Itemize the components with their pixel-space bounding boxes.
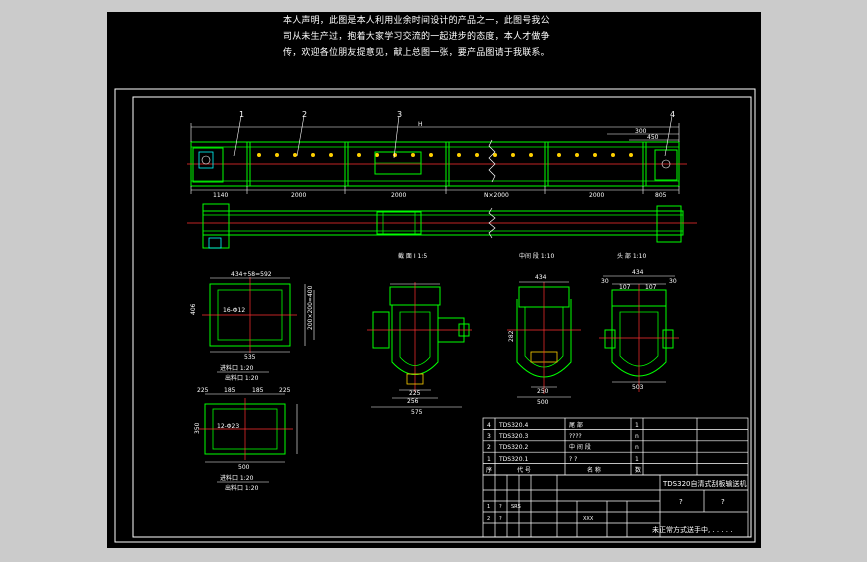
svg-text:?: ? <box>499 516 502 522</box>
flange-one-title: 进料口 1:20 <box>220 364 254 372</box>
svg-text:?: ? <box>499 504 502 510</box>
svg-text:中 间 段: 中 间 段 <box>569 443 591 451</box>
svg-text:数: 数 <box>635 466 641 474</box>
svg-text:? ?: ? ? <box>569 456 577 463</box>
section-b-middle <box>507 281 581 398</box>
dim-n2000: N×2000 <box>484 192 509 199</box>
total-length-label: H <box>418 121 423 128</box>
dim-2000-b: 2000 <box>391 192 406 199</box>
flange-two-bottom-dim: 500 <box>238 464 250 471</box>
svg-text:2: 2 <box>487 516 490 522</box>
tail-unit <box>654 149 678 181</box>
flange-two-dim-185b: 185 <box>252 387 264 394</box>
company-text: 未正常方式送手中, . . . . . <box>652 525 732 534</box>
section-c-title: 头 部 1:10 <box>617 252 646 260</box>
svg-text:TDS320.1: TDS320.1 <box>498 456 528 463</box>
elevation-dimensions <box>190 115 680 194</box>
section-a-dim-225: 225 <box>409 390 421 397</box>
svg-text:3: 3 <box>487 433 491 440</box>
section-c-dim-30b: 30 <box>669 278 677 285</box>
svg-text:n: n <box>635 433 639 440</box>
svg-text:1: 1 <box>635 456 639 463</box>
outer-border <box>114 88 756 543</box>
flange-one-holes: 16-Φ12 <box>223 307 245 314</box>
flange-one <box>202 277 315 373</box>
svg-text:TDS320.2: TDS320.2 <box>498 444 528 451</box>
drawing-sheet: 本人声明，此图是本人利用业余时间设计的产品之一，此图号我公 司从未生产过，抱着大… <box>107 12 761 548</box>
section-c-dim-30a: 30 <box>601 278 609 285</box>
title-small-cells: 1 ? SRS 2 ? XXX <box>487 504 594 522</box>
section-a-drive <box>367 282 472 408</box>
bom-row-3: 3 TDS320.3 ???? n <box>487 433 639 440</box>
bom-header: 序 代 号 名 称 数 <box>486 466 641 474</box>
callout-2: 2 <box>302 110 307 119</box>
bom-row-4: 4 TDS320.4 尾 部 1 <box>487 421 639 429</box>
flange-two-dim-225a: 225 <box>197 387 209 394</box>
section-a-title: 截 面 I 1:5 <box>398 252 427 260</box>
section-b-top-dim: 434 <box>535 274 547 281</box>
svg-text:代 号: 代 号 <box>517 466 531 474</box>
conveyor-elevation <box>187 139 687 187</box>
dim-2000-c: 2000 <box>589 192 604 199</box>
section-b-title: 中间 段 1:10 <box>519 252 554 260</box>
title-cell-a: ? <box>679 498 683 506</box>
svg-text:1: 1 <box>487 456 491 463</box>
bom-row-2: 2 TDS320.2 中 间 段 n <box>487 443 639 451</box>
head-unit <box>192 147 224 183</box>
svg-text:n: n <box>635 444 639 451</box>
flange-two-holes: 12-Φ23 <box>217 423 239 430</box>
section-c-top-dim: 434 <box>632 269 644 276</box>
cad-drawing: H 300 450 1140 2000 2000 N×2000 2000 805… <box>114 88 756 543</box>
callout-4: 4 <box>670 110 675 119</box>
svg-text:4: 4 <box>487 422 491 429</box>
section-c-head <box>599 275 679 392</box>
svg-text:SRS: SRS <box>511 504 521 510</box>
dim-2000-a: 2000 <box>291 192 306 199</box>
flange-two-subtitle: 出料口 1:20 <box>225 484 259 492</box>
section-c-dim-107b: 107 <box>645 284 657 291</box>
svg-text:2: 2 <box>487 444 491 451</box>
svg-text:TDS320.4: TDS320.4 <box>498 422 528 429</box>
flange-one-side-dim: 406 <box>190 303 197 315</box>
svg-text:尾 部: 尾 部 <box>569 421 583 429</box>
section-b-dim-250: 250 <box>537 388 549 395</box>
drawing-title: TDS320自清式刮板输送机 <box>662 479 746 488</box>
flange-two-dim-185a: 185 <box>224 387 236 394</box>
svg-text:序: 序 <box>486 466 492 474</box>
dim-1140: 1140 <box>213 192 228 199</box>
section-a-dim-575: 575 <box>411 409 423 416</box>
section-b-dim-500: 500 <box>537 399 549 406</box>
callout-1: 1 <box>239 110 244 119</box>
flange-one-subtitle: 出料口 1:20 <box>225 374 259 382</box>
flange-one-bottom-dim: 535 <box>244 354 256 361</box>
bom-row-1: 1 TDS320.1 ? ? 1 <box>487 456 639 463</box>
flange-one-side-dim-2: 200×200=400 <box>307 285 314 330</box>
flange-two-title: 进料口 1:20 <box>220 474 254 482</box>
svg-text:TDS320.3: TDS320.3 <box>498 433 528 440</box>
svg-text:????: ???? <box>569 433 582 440</box>
section-a-dim-256: 256 <box>407 398 419 405</box>
section-c-bottom-dim: 503 <box>632 384 644 391</box>
conveyor-plan <box>187 203 697 249</box>
flange-one-top-dim: 434+58=592 <box>231 271 272 278</box>
svg-text:1: 1 <box>635 422 639 429</box>
right-dim-300: 300 <box>635 128 647 135</box>
section-c-dim-107a: 107 <box>619 284 631 291</box>
flange-two-side-dim: 350 <box>194 422 201 434</box>
title-cell-b: ? <box>721 498 725 506</box>
dim-805: 805 <box>655 192 667 199</box>
section-b-dim-282: 282 <box>508 330 515 342</box>
svg-text:1: 1 <box>487 504 490 510</box>
callout-3: 3 <box>397 110 402 119</box>
svg-text:名 称: 名 称 <box>587 466 601 474</box>
right-dim-450: 450 <box>647 134 659 141</box>
svg-text:XXX: XXX <box>583 516 594 522</box>
flange-two-dim-225b: 225 <box>279 387 291 394</box>
